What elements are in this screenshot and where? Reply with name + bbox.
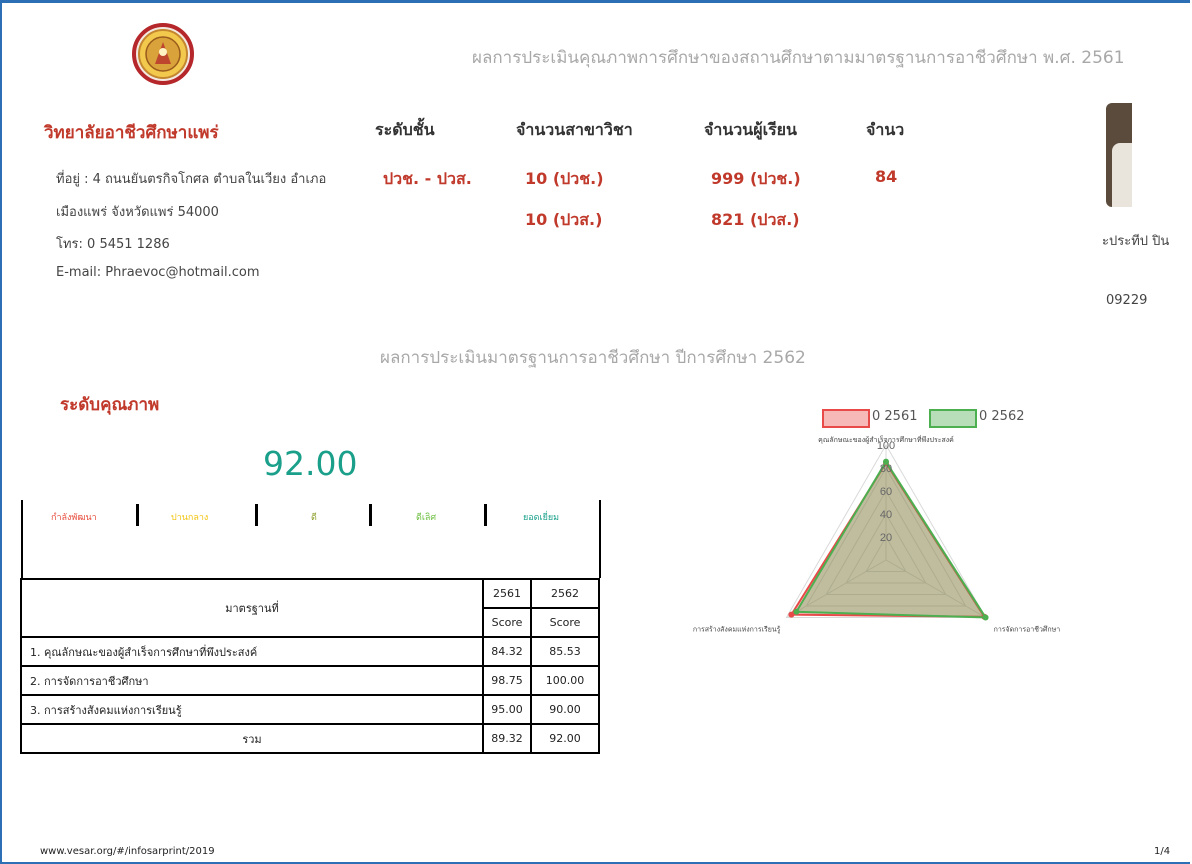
quality-level-scale: กำลังพัฒนา ปานกลาง ดี ดีเลิศ ยอดเยี่ยม <box>21 500 601 578</box>
cut-value: 84 <box>875 167 898 186</box>
college-seal-logo <box>132 23 194 85</box>
radar-point <box>793 608 800 615</box>
director-name: ะประทีป ปิน <box>1102 234 1170 249</box>
score-subheader: Score <box>530 607 600 638</box>
table-header-row: มาตรฐานที่ 2561 2562 <box>20 578 600 638</box>
director-phone: 09229 <box>1106 293 1148 308</box>
address-line-1: ที่อยู่ : 4 ถนนยันตรกิจโกศล ตำบลในเวียง … <box>56 172 327 187</box>
legend-swatch-2561[interactable] <box>822 409 870 428</box>
standard-label: 2. การจัดการอาชีวศึกษา <box>20 665 484 696</box>
scale-divider <box>136 504 139 526</box>
branches-vocational: 10 (ปวช.) <box>525 169 604 188</box>
students-high-vocational: 821 (ปวส.) <box>711 210 800 229</box>
level-developing: กำลังพัฒนา <box>51 513 97 523</box>
score-2562: 90.00 <box>530 694 600 725</box>
score-subheader: Score <box>482 607 532 638</box>
col-2561-header: 2561 <box>482 578 532 609</box>
table-row: 3. การสร้างสังคมแห่งการเรียนรู้ 95.00 90… <box>20 694 600 725</box>
radar-tick-label: 60 <box>880 486 892 498</box>
radar-chart: 20406080100คุณลักษณะของผู้สำเร็จการศึกษา… <box>693 435 1061 634</box>
page-number: 1/4 <box>1154 846 1171 857</box>
radar-axis-label: การจัดการอาชีวศึกษา <box>994 625 1061 634</box>
students-vocational: 999 (ปวช.) <box>711 169 801 188</box>
scale-divider <box>369 504 372 526</box>
standards-table: มาตรฐานที่ 2561 2562 Score Score 1. คุณล… <box>20 578 600 754</box>
level-good: ดี <box>311 513 317 523</box>
legend-swatch-2562[interactable] <box>929 409 977 428</box>
table-row: 2. การจัดการอาชีวศึกษา 98.75 100.00 <box>20 665 600 696</box>
total-label: รวม <box>20 723 484 754</box>
branches-header: จำนวนสาขาวิชา <box>516 120 633 139</box>
score-2561: 84.32 <box>482 636 532 667</box>
score-2562: 85.53 <box>530 636 600 667</box>
col-standard-header: มาตรฐานที่ <box>20 578 484 638</box>
cut-header: จำนว <box>866 120 905 139</box>
standard-label: 3. การสร้างสังคมแห่งการเรียนรู้ <box>20 694 484 725</box>
radar-tick-label: 40 <box>880 509 892 521</box>
phone-text: โทร: 0 5451 1286 <box>56 237 170 252</box>
radar-axis-label: การสร้างสังคมแห่งการเรียนรู้ <box>693 626 781 634</box>
level-header: ระดับชั้น <box>375 120 435 139</box>
score-2561: 95.00 <box>482 694 532 725</box>
radar-tick-label: 20 <box>880 532 892 544</box>
level-excellent: ยอดเยี่ยม <box>523 513 560 523</box>
director-photo <box>1106 103 1132 207</box>
standard-label: 1. คุณลักษณะของผู้สำเร็จการศึกษาที่พึงปร… <box>20 636 484 667</box>
table-row: 1. คุณลักษณะของผู้สำเร็จการศึกษาที่พึงปร… <box>20 636 600 667</box>
level-very-good: ดีเลิศ <box>416 513 437 523</box>
students-header: จำนวนผู้เรียน <box>704 120 797 139</box>
assessment-section-title: ผลการประเมินมาตรฐานการอาชีวศึกษา ปีการศึ… <box>380 348 806 368</box>
table-total-row: รวม 89.32 92.00 <box>20 723 600 754</box>
report-title: ผลการประเมินคุณภาพการศึกษาของสถานศึกษาตา… <box>472 48 1125 68</box>
radar-point <box>982 614 989 621</box>
legend-label-2562[interactable]: 0 2562 <box>979 409 1025 424</box>
level-value: ปวช. - ปวส. <box>383 169 472 188</box>
email-text: E-mail: Phraevoc@hotmail.com <box>56 265 260 280</box>
col-2562-header: 2562 <box>530 578 600 609</box>
footer-url: www.vesar.org/#/infosarprint/2019 <box>40 846 215 857</box>
score-2562: 100.00 <box>530 665 600 696</box>
total-2561: 89.32 <box>482 723 532 754</box>
radar-axis-label: คุณลักษณะของผู้สำเร็จการศึกษาที่พึงประสง… <box>818 435 954 444</box>
scale-divider <box>255 504 258 526</box>
branches-high-vocational: 10 (ปวส.) <box>525 210 603 229</box>
overall-score: 92.00 <box>263 444 358 483</box>
total-2562: 92.00 <box>530 723 600 754</box>
address-line-2: เมืองแพร่ จังหวัดแพร่ 54000 <box>56 205 219 220</box>
level-fair: ปานกลาง <box>171 513 209 523</box>
college-name: วิทยาลัยอาชีวศึกษาแพร่ <box>44 123 219 143</box>
quality-level-label: ระดับคุณภาพ <box>60 395 160 415</box>
legend-label-2561[interactable]: 0 2561 <box>872 409 918 424</box>
radar-tick-label: 80 <box>880 463 892 475</box>
scale-divider <box>484 504 487 526</box>
score-2561: 98.75 <box>482 665 532 696</box>
